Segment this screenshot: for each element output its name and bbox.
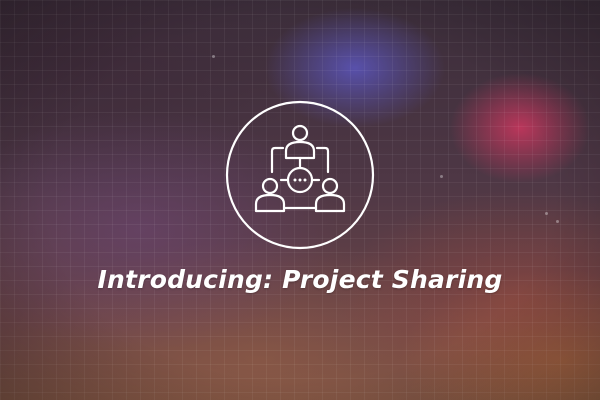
- background-speck: [212, 55, 215, 58]
- background-speck: [545, 212, 548, 215]
- background-speck: [440, 175, 443, 178]
- project-sharing-people-network-icon: [225, 100, 375, 250]
- banner-headline: Introducing: Project Sharing: [97, 265, 503, 294]
- background-speck: [556, 220, 559, 223]
- promo-banner: Introducing: Project Sharing: [0, 0, 600, 400]
